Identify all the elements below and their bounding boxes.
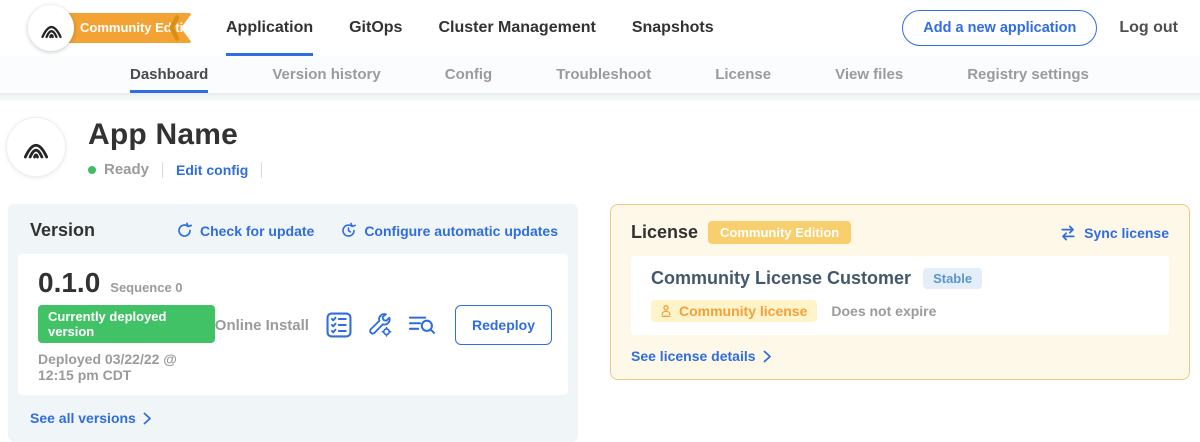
license-card: License Community Edition Sync license C… bbox=[610, 204, 1190, 380]
community-edition-badge: Community Edition bbox=[708, 221, 851, 244]
subnav-config[interactable]: Config bbox=[445, 56, 492, 93]
version-number: 0.1.0 bbox=[38, 267, 100, 299]
auto-update-icon bbox=[340, 222, 357, 239]
subnav-dashboard-label: Dashboard bbox=[130, 66, 208, 83]
add-new-application-button[interactable]: Add a new application bbox=[902, 10, 1097, 46]
deployed-timestamp: Deployed 03/22/22 @ 12:15 pm CDT bbox=[38, 351, 215, 383]
refresh-icon bbox=[176, 222, 193, 239]
subnav-license-label: License bbox=[715, 66, 771, 83]
license-type-row: Community license Does not expire bbox=[651, 300, 1149, 322]
version-card-header: Version Check for update Configure autom… bbox=[18, 220, 568, 241]
sync-arrows-icon bbox=[1059, 225, 1077, 241]
app-header: App Name Ready Edit config bbox=[0, 102, 1200, 178]
deploy-logs-icon[interactable] bbox=[408, 313, 436, 337]
chevron-right-icon bbox=[143, 412, 152, 425]
version-actions: Online Install bbox=[215, 305, 552, 345]
channel-badge: Stable bbox=[923, 268, 982, 289]
subnav-license[interactable]: License bbox=[715, 56, 771, 93]
subnav-troubleshoot-label: Troubleshoot bbox=[556, 66, 651, 83]
subnav-version-history[interactable]: Version history bbox=[272, 56, 380, 93]
currently-deployed-badge: Currently deployed version bbox=[38, 305, 215, 343]
customer-name: Community License Customer bbox=[651, 268, 911, 289]
subnav-version-history-label: Version history bbox=[272, 66, 380, 83]
version-info: 0.1.0 Sequence 0 Currently deployed vers… bbox=[38, 267, 215, 383]
version-card-title: Version bbox=[30, 220, 95, 241]
license-customer-row: Community License Customer Stable bbox=[651, 268, 1149, 289]
subnav-registry-settings-label: Registry settings bbox=[967, 66, 1089, 83]
subnav-shadow bbox=[0, 93, 1200, 102]
license-type-label: Community license bbox=[679, 303, 807, 319]
subnav-registry-settings[interactable]: Registry settings bbox=[967, 56, 1089, 93]
license-card-header: License Community Edition Sync license bbox=[631, 221, 1169, 244]
divider bbox=[261, 162, 262, 178]
tab-application[interactable]: Application bbox=[226, 0, 313, 56]
see-license-details-link[interactable]: See license details bbox=[631, 348, 772, 364]
license-type-badge: Community license bbox=[651, 300, 817, 322]
divider bbox=[162, 162, 163, 178]
subnav-troubleshoot[interactable]: Troubleshoot bbox=[556, 56, 651, 93]
version-number-row: 0.1.0 Sequence 0 bbox=[38, 267, 215, 299]
expiry-text: Does not expire bbox=[831, 303, 936, 319]
app-meta: App Name Ready Edit config bbox=[88, 117, 275, 178]
logout-link[interactable]: Log out bbox=[1119, 19, 1178, 37]
see-license-details-label: See license details bbox=[631, 348, 756, 364]
configure-automatic-updates-link[interactable]: Configure automatic updates bbox=[340, 222, 558, 239]
tab-cluster-management-label: Cluster Management bbox=[438, 19, 595, 37]
kots-admin-console: Community Edition Application GitOps Clu… bbox=[0, 0, 1200, 424]
subnav-dashboard[interactable]: Dashboard bbox=[130, 56, 208, 93]
tab-application-label: Application bbox=[226, 19, 313, 37]
tab-gitops[interactable]: GitOps bbox=[349, 0, 402, 56]
brand-badge[interactable]: Community Edition bbox=[28, 5, 192, 51]
version-card: Version Check for update Configure autom… bbox=[8, 204, 578, 442]
ribbon-label: Community Edition bbox=[80, 20, 199, 35]
replicated-logo-icon bbox=[38, 15, 65, 42]
check-for-update-label: Check for update bbox=[200, 223, 314, 239]
sync-license-label: Sync license bbox=[1084, 225, 1169, 241]
replicated-logo bbox=[28, 5, 74, 51]
license-card-title: License bbox=[631, 222, 698, 243]
subnav-view-files[interactable]: View files bbox=[835, 56, 903, 93]
status-dot bbox=[88, 166, 96, 174]
app-avatar bbox=[6, 117, 66, 177]
ribbon-fold-icon bbox=[169, 15, 179, 41]
preflight-checks-icon[interactable] bbox=[326, 312, 352, 338]
dashboard-cards: Version Check for update Configure autom… bbox=[0, 178, 1200, 442]
person-icon bbox=[659, 304, 673, 318]
top-nav: Community Edition Application GitOps Clu… bbox=[0, 0, 1200, 56]
configure-automatic-updates-label: Configure automatic updates bbox=[364, 223, 558, 239]
license-details-panel: Community License Customer Stable Commun… bbox=[631, 256, 1169, 335]
install-type-label: Online Install bbox=[215, 317, 309, 334]
redeploy-button[interactable]: Redeploy bbox=[455, 305, 552, 345]
current-version-panel: 0.1.0 Sequence 0 Currently deployed vers… bbox=[18, 254, 568, 395]
tab-snapshots-label: Snapshots bbox=[632, 19, 714, 37]
sync-license-link[interactable]: Sync license bbox=[1059, 225, 1169, 241]
chevron-right-icon bbox=[763, 350, 772, 363]
check-for-update-link[interactable]: Check for update bbox=[176, 222, 314, 239]
primary-tabs: Application GitOps Cluster Management Sn… bbox=[226, 0, 714, 56]
sequence-label: Sequence 0 bbox=[110, 280, 182, 295]
edit-config-link[interactable]: Edit config bbox=[176, 162, 248, 178]
app-logo-icon bbox=[20, 131, 52, 163]
tab-gitops-label: GitOps bbox=[349, 19, 402, 37]
app-status-row: Ready Edit config bbox=[88, 161, 275, 178]
status-text: Ready bbox=[104, 161, 149, 178]
tab-cluster-management[interactable]: Cluster Management bbox=[438, 0, 595, 56]
config-values-icon[interactable] bbox=[367, 312, 393, 338]
subnav-view-files-label: View files bbox=[835, 66, 903, 83]
tab-snapshots[interactable]: Snapshots bbox=[632, 0, 714, 56]
subnav-config-label: Config bbox=[445, 66, 492, 83]
secondary-nav: Dashboard Version history Config Trouble… bbox=[0, 56, 1200, 93]
page-title: App Name bbox=[88, 118, 275, 152]
